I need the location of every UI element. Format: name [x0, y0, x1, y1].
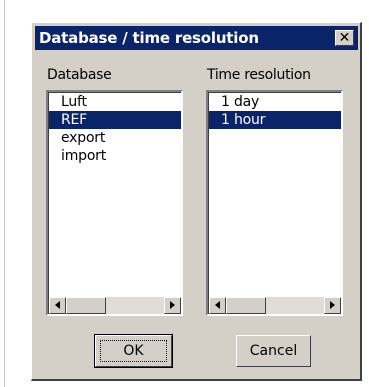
- cancel-button[interactable]: Cancel: [236, 335, 311, 367]
- database-items: Luft REF export import: [49, 93, 181, 165]
- cancel-button-label: Cancel: [249, 343, 298, 359]
- time-resolution-hscrollbar[interactable]: [209, 297, 341, 314]
- database-scroll-thumb[interactable]: [66, 297, 106, 314]
- arrow-right-icon: [330, 301, 335, 309]
- database-scroll-left-button[interactable]: [49, 297, 66, 314]
- time-resolution-label: Time resolution: [207, 67, 311, 83]
- database-list-item[interactable]: Luft: [49, 93, 181, 111]
- time-resolution-list-item[interactable]: 1 hour: [209, 111, 341, 129]
- time-resolution-list-item[interactable]: 1 day: [209, 93, 341, 111]
- database-list-item[interactable]: export: [49, 129, 181, 147]
- time-resolution-items: 1 day 1 hour: [209, 93, 341, 129]
- ok-button-label: OK: [123, 343, 144, 359]
- database-hscrollbar[interactable]: [49, 297, 181, 314]
- database-scroll-right-button[interactable]: [164, 297, 181, 314]
- database-label: Database: [47, 67, 112, 83]
- close-button[interactable]: ✕: [335, 30, 354, 46]
- arrow-left-icon: [55, 301, 60, 309]
- time-resolution-scroll-left-button[interactable]: [209, 297, 226, 314]
- title-bar[interactable]: Database / time resolution ✕: [35, 26, 358, 50]
- time-resolution-scroll-right-button[interactable]: [324, 297, 341, 314]
- database-listbox[interactable]: Luft REF export import: [46, 90, 183, 316]
- time-resolution-scroll-thumb[interactable]: [226, 297, 266, 314]
- dialog-title: Database / time resolution: [39, 29, 259, 47]
- database-list-item[interactable]: REF: [49, 111, 181, 129]
- arrow-left-icon: [215, 301, 220, 309]
- page-left-border: [4, 0, 5, 387]
- close-icon: ✕: [338, 30, 351, 46]
- arrow-right-icon: [170, 301, 175, 309]
- ok-button[interactable]: OK: [94, 334, 173, 368]
- database-time-resolution-dialog: Database / time resolution ✕ Database Lu…: [31, 22, 362, 381]
- database-list-item[interactable]: import: [49, 147, 181, 165]
- time-resolution-listbox[interactable]: 1 day 1 hour: [206, 90, 343, 316]
